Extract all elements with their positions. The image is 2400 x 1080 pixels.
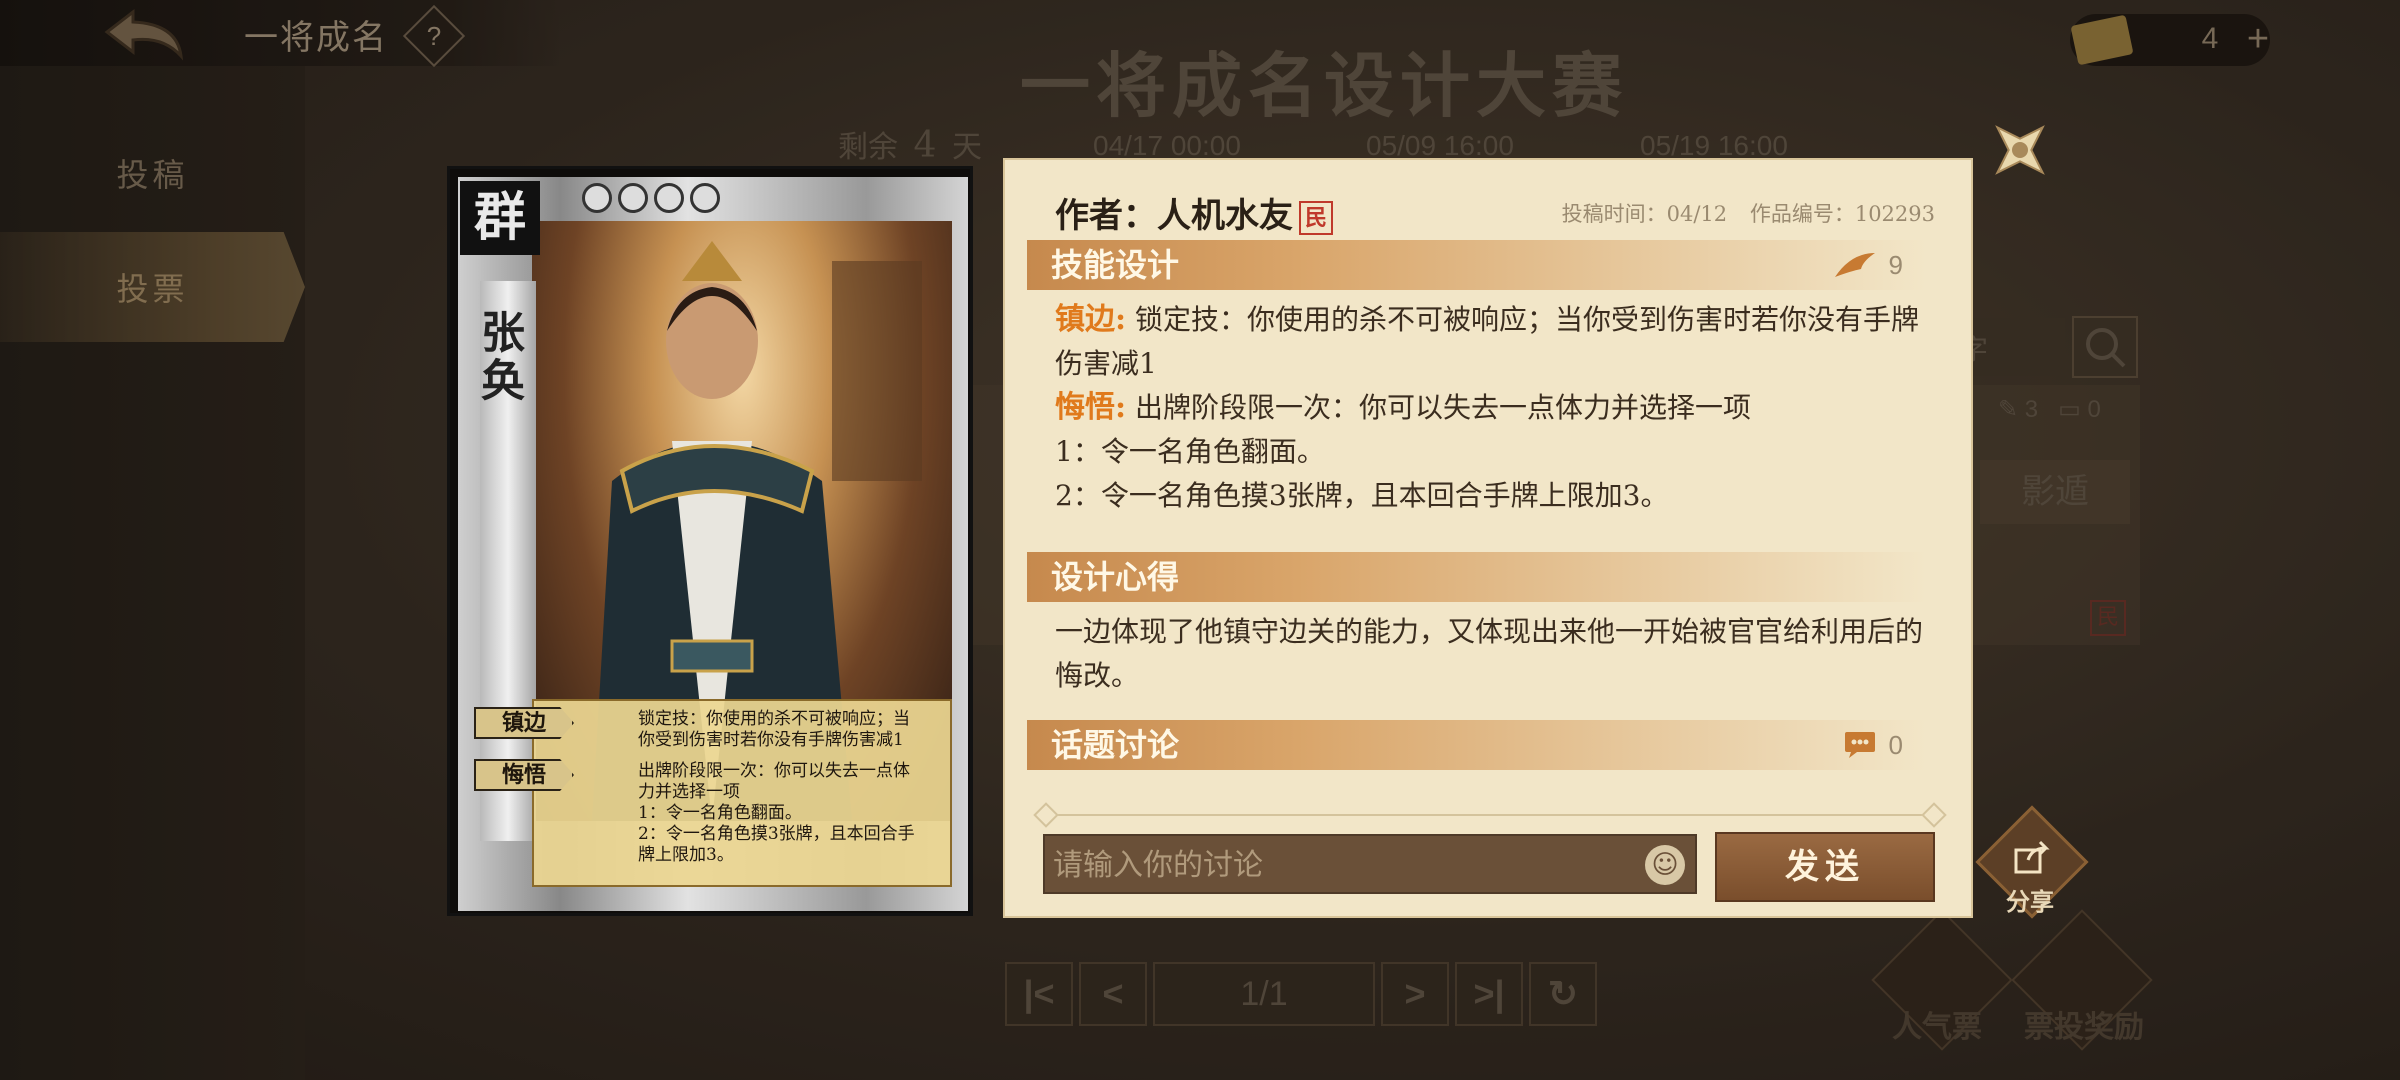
design-notes-title: 设计心得	[1051, 558, 1180, 596]
divider	[1045, 814, 1935, 816]
skill-option-1: 1：令一名角色翻面。	[1055, 435, 1325, 468]
hp-dot	[618, 183, 648, 213]
hp-bar	[582, 183, 720, 213]
card-skill-line: 牌上限加3。	[638, 845, 734, 865]
submission-meta: 投稿时间：04/12 作品编号：102293	[1546, 198, 1935, 228]
hero-card: 群 张奂 镇边 锁定技：你使用的杀不可被响应；当 你受到伤害时若你没有手牌伤害减…	[447, 166, 973, 916]
work-id: 作品编号：102293	[1749, 202, 1935, 226]
design-detail-panel: 作者：人机水友民 投稿时间：04/12 作品编号：102293 技能设计 9 镇…	[1003, 158, 1973, 918]
share-icon	[2014, 840, 2050, 874]
card-skill-tag-zhenbian: 镇边	[474, 707, 574, 739]
brush-like-icon	[1834, 253, 1875, 277]
card-skill-line: 你受到伤害时若你没有手牌伤害减1	[638, 730, 904, 750]
card-skill-text-zhenbian: 锁定技：你使用的杀不可被响应；当 你受到伤害时若你没有手牌伤害减1	[638, 709, 958, 751]
faction-icon: 群	[460, 181, 540, 255]
card-skill-line: 锁定技：你使用的杀不可被响应；当	[638, 709, 910, 729]
card-skill-text-huiwu: 出牌阶段限一次：你可以失去一点体 力并选择一项 1：令一名角色翻面。 2：令一名…	[638, 761, 958, 866]
design-notes-text: 一边体现了他镇守边关的能力，又体现出来他一开始被官官给利用后的悔改。	[1055, 615, 1924, 692]
skill-huiwu: 悔悟: 出牌阶段限一次：你可以失去一点体力并选择一项	[1055, 386, 1935, 430]
discussion-input[interactable]	[1053, 840, 1623, 890]
author-label: 作者：	[1055, 196, 1157, 236]
skill-like-counter[interactable]: 9	[1833, 240, 1903, 290]
divider-ornament	[1921, 802, 1947, 828]
hp-dot	[690, 183, 720, 213]
design-notes-header: 设计心得	[1027, 552, 1927, 602]
author-name[interactable]: 人机水友	[1157, 196, 1293, 236]
skill-option-2: 2：令一名角色摸3张牌，且本回合手牌上限加3。	[1055, 479, 1669, 512]
hero-name: 张奂	[473, 309, 524, 405]
card-skill-line: 力并选择一项	[638, 782, 740, 802]
hp-dot	[654, 183, 684, 213]
card-skill-tag-huiwu: 悔悟	[474, 759, 574, 791]
emoji-button[interactable]: ☺	[1645, 845, 1685, 885]
skill-design-header: 技能设计 9	[1027, 240, 1927, 290]
discussion-header: 话题讨论 0	[1027, 720, 1927, 770]
close-button[interactable]	[1984, 114, 2056, 186]
share-label: 分享	[2006, 887, 2054, 916]
card-skill-line: 2：令一名角色摸3张牌，且本回合手	[638, 824, 915, 844]
divider-ornament	[1033, 802, 1059, 828]
submit-time: 投稿时间：04/12	[1561, 202, 1728, 226]
skill-design-title: 技能设计	[1051, 246, 1180, 284]
skill-desc-zhenbian: 锁定技：你使用的杀不可被响应；当你受到伤害时若你没有手牌伤害减1	[1055, 303, 1919, 380]
author-info: 作者：人机水友民	[1055, 188, 1333, 237]
close-icon	[1995, 125, 2045, 175]
comment-icon	[1844, 732, 1875, 758]
card-skill-box: 镇边 锁定技：你使用的杀不可被响应；当 你受到伤害时若你没有手牌伤害减1 悔悟 …	[474, 699, 952, 887]
skill-zhenbian: 镇边: 锁定技：你使用的杀不可被响应；当你受到伤害时若你没有手牌伤害减1	[1055, 298, 1935, 386]
discussion-input-box: ☺	[1043, 834, 1697, 894]
author-seal: 民	[1299, 201, 1333, 235]
discussion-count: 0	[1888, 730, 1903, 760]
skill-name-huiwu: 悔悟:	[1055, 390, 1127, 425]
discussion-counter: 0	[1843, 720, 1903, 770]
card-skill-line: 出牌阶段限一次：你可以失去一点体	[638, 761, 910, 781]
discussion-title: 话题讨论	[1051, 726, 1180, 764]
hp-dot	[582, 183, 612, 213]
skill-name-zhenbian: 镇边:	[1055, 302, 1127, 337]
skill-like-count: 9	[1888, 250, 1903, 280]
skill-desc-huiwu: 出牌阶段限一次：你可以失去一点体力并选择一项	[1134, 391, 1751, 424]
send-button[interactable]: 发送	[1715, 832, 1935, 902]
card-skill-line: 1：令一名角色翻面。	[638, 803, 802, 823]
